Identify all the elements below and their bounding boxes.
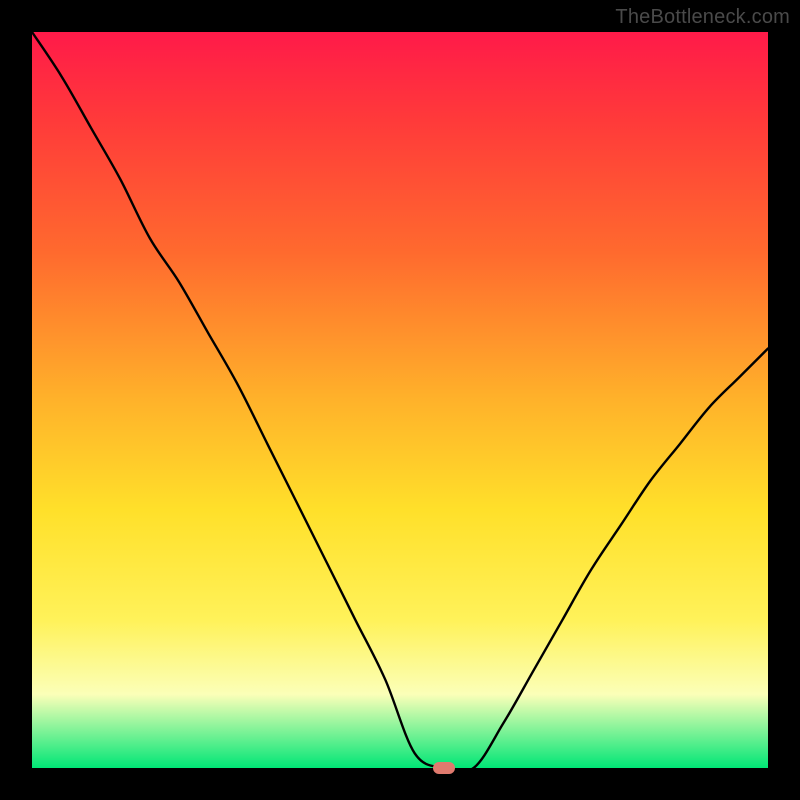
curve-path <box>32 32 768 772</box>
watermark-label: TheBottleneck.com <box>615 6 790 29</box>
chart-frame: TheBottleneck.com <box>0 0 800 800</box>
optimum-marker <box>433 762 455 774</box>
plot-area <box>32 32 768 768</box>
bottleneck-curve <box>32 32 768 768</box>
